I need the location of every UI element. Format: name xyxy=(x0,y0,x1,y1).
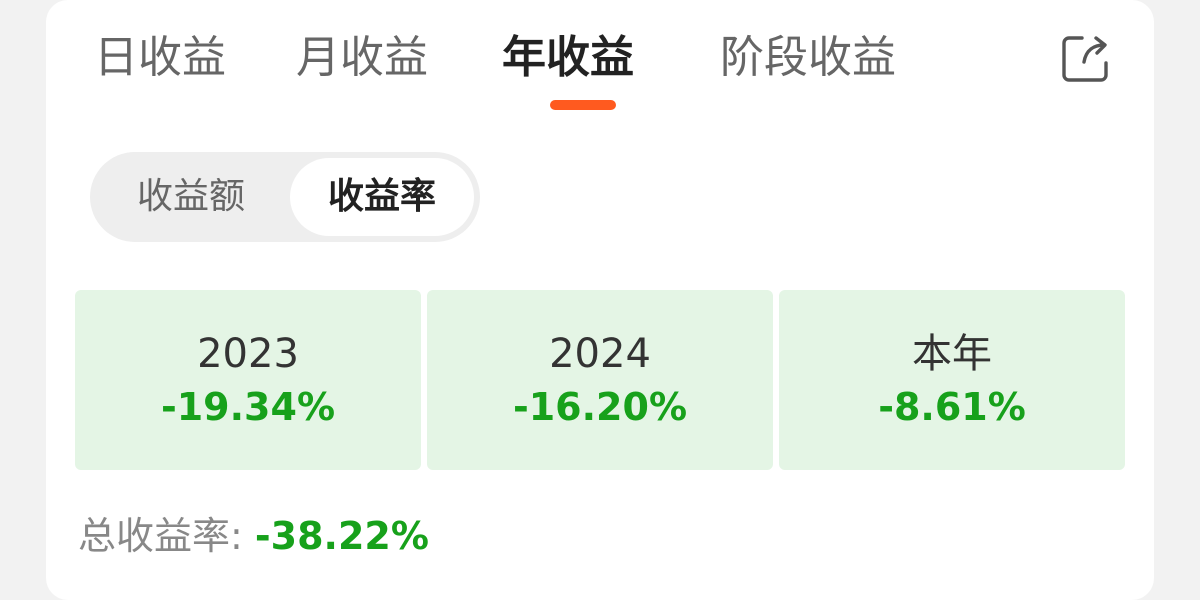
total-return: 总收益率: -38.22% xyxy=(78,508,429,564)
year-rate: -16.20% xyxy=(512,385,688,429)
year-label: 2023 xyxy=(197,331,299,377)
share-button[interactable] xyxy=(1060,32,1112,84)
tab-monthly[interactable]: 月收益 xyxy=(296,28,428,88)
earnings-card: 日收益 月收益 年收益 阶段收益 收益额 收益率 2023 -19.34% 20… xyxy=(46,0,1154,600)
toggle-amount[interactable]: 收益额 xyxy=(96,158,286,236)
metric-toggle: 收益额 收益率 xyxy=(90,152,480,242)
tab-daily[interactable]: 日收益 xyxy=(94,28,226,88)
year-box-2024: 2024 -16.20% xyxy=(427,290,773,470)
year-box-2023: 2023 -19.34% xyxy=(75,290,421,470)
year-rate: -19.34% xyxy=(160,385,336,429)
year-box-current: 本年 -8.61% xyxy=(779,290,1125,470)
active-tab-indicator xyxy=(550,100,616,110)
total-return-value: -38.22% xyxy=(254,514,429,558)
tab-yearly[interactable]: 年收益 xyxy=(502,28,634,88)
yearly-returns: 2023 -19.34% 2024 -16.20% 本年 -8.61% xyxy=(75,290,1125,470)
toggle-rate[interactable]: 收益率 xyxy=(290,158,474,236)
share-icon xyxy=(1062,36,1108,82)
tab-period[interactable]: 阶段收益 xyxy=(720,28,896,88)
year-rate: -8.61% xyxy=(878,385,1026,429)
year-label: 2024 xyxy=(549,331,651,377)
total-return-label: 总收益率: xyxy=(78,514,243,558)
year-label: 本年 xyxy=(912,331,992,377)
